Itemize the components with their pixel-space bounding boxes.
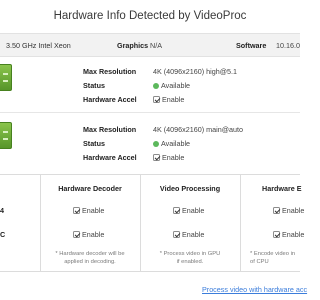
hardware-accel-label: Hardware Accel	[83, 95, 137, 104]
column-header-video-processing: Video Processing	[159, 184, 221, 193]
row-label: 4	[0, 206, 4, 215]
checkbox-label: Enable	[82, 230, 105, 239]
status-label: Status	[83, 81, 105, 90]
column-header-hardware-decoder: Hardware Decoder	[58, 184, 122, 193]
status-label: Status	[83, 139, 105, 148]
checkbox-label: Enable	[282, 230, 305, 239]
process-with-hardware-link[interactable]: Process video with hardware acc	[202, 285, 307, 294]
feature-table: Hardware Decoder Video Processing Hardwa…	[0, 174, 304, 272]
checkbox-checked-icon[interactable]	[73, 231, 80, 238]
checkbox-label: Enable	[282, 206, 305, 215]
status-text: Available	[161, 81, 191, 90]
row-label: C	[0, 230, 6, 239]
available-dot-icon	[153, 83, 159, 89]
hardware-info-window: Hardware Info Detected by VideoProc 3.50…	[0, 0, 307, 300]
encoder-enable-checkbox[interactable]: Enable	[273, 206, 304, 215]
encoder-note: * Encode video in of CPU	[250, 251, 296, 265]
checkbox-label: Enable	[182, 230, 205, 239]
decoder-enable-checkbox[interactable]: Enable	[73, 206, 104, 215]
section-divider	[0, 112, 300, 113]
checkbox-checked-icon[interactable]	[273, 207, 280, 214]
system-info-bar: 3.50 GHz Intel Xeon Graphics N/A Softwar…	[0, 33, 300, 57]
window-title: Hardware Info Detected by VideoProc	[53, 10, 247, 22]
checkbox-checked-icon[interactable]	[173, 231, 180, 238]
hardware-accel-label: Hardware Accel	[83, 153, 137, 162]
max-resolution-value: 4K (4096x2160) high@5.1	[153, 67, 238, 76]
software-label: Software	[236, 41, 267, 50]
graphics-value: N/A	[150, 41, 162, 50]
checkbox-label: Enable	[162, 153, 185, 162]
decoder-note: * Hardware decoder will be applied in de…	[55, 251, 125, 265]
max-resolution-value: 4K (4096x2160) main@auto	[153, 125, 244, 134]
decoder-enable-checkbox[interactable]: Enable	[73, 230, 104, 239]
checkbox-label: Enable	[162, 95, 185, 104]
checkbox-checked-icon[interactable]	[173, 207, 180, 214]
status-text: Available	[161, 139, 191, 148]
status-value: Available	[153, 81, 190, 90]
gpu-icon	[0, 122, 12, 149]
checkbox-checked-icon[interactable]	[273, 231, 280, 238]
encoder-enable-checkbox[interactable]: Enable	[273, 230, 304, 239]
checkbox-label: Enable	[182, 206, 205, 215]
column-header-hardware-encoder: Hardware E	[262, 184, 302, 193]
checkbox-checked-icon[interactable]	[153, 154, 160, 161]
software-value: 10.16.0	[276, 41, 300, 50]
processing-enable-checkbox[interactable]: Enable	[173, 206, 204, 215]
cpu-value: 3.50 GHz Intel Xeon	[6, 41, 71, 50]
gpu-icon	[0, 64, 12, 91]
available-dot-icon	[153, 141, 159, 147]
status-value: Available	[153, 139, 190, 148]
hardware-accel-checkbox[interactable]: Enable	[153, 153, 184, 162]
processing-enable-checkbox[interactable]: Enable	[173, 230, 204, 239]
max-resolution-label: Max Resolution	[83, 67, 137, 76]
checkbox-checked-icon[interactable]	[153, 96, 160, 103]
processing-note: * Process video in GPU if enabled.	[159, 251, 221, 265]
graphics-label: Graphics	[117, 41, 149, 50]
hardware-accel-checkbox[interactable]: Enable	[153, 95, 184, 104]
checkbox-label: Enable	[82, 206, 105, 215]
checkbox-checked-icon[interactable]	[73, 207, 80, 214]
max-resolution-label: Max Resolution	[83, 125, 137, 134]
